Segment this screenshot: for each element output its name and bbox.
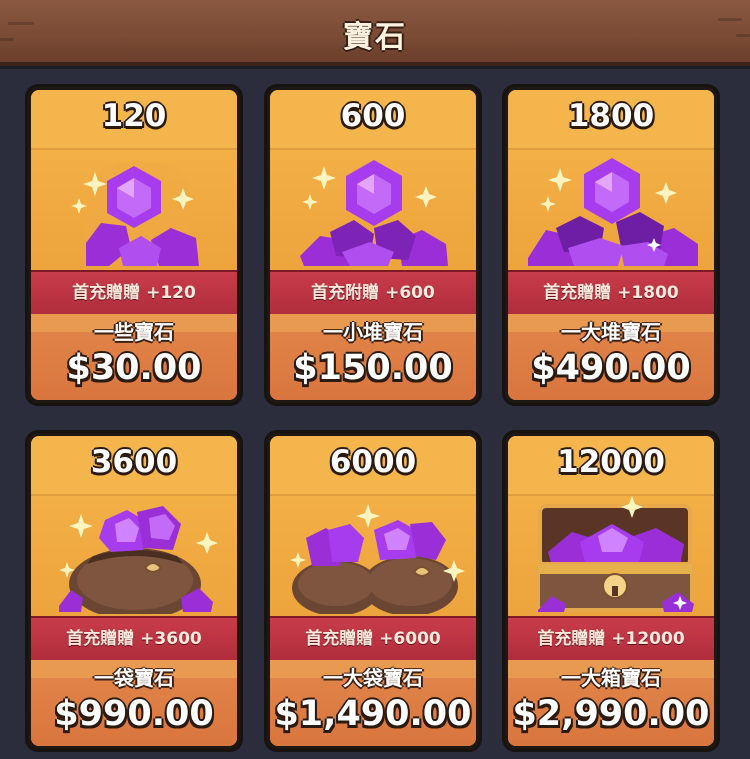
first-purchase-bonus: 首充贈贈 +12000 [508,616,714,662]
gem-amount: 3600 [90,444,178,480]
gem-pile-small-icon [31,148,237,268]
pack-name: 一大袋寶石 [323,666,423,690]
gem-pack-card[interactable]: 12000 首充贈贈 +12000 一大箱寶石 $2,990.00 [505,433,717,749]
gem-amount: 120 [101,98,167,134]
first-purchase-bonus: 首充贈贈 +120 [31,270,237,316]
pack-name: 一些寶石 [94,320,174,344]
gem-pack-card[interactable]: 6000 首充贈贈 +6000 一大袋寶石 $1,490.00 [267,433,479,749]
pack-name: 一大堆寶石 [561,320,661,344]
first-purchase-bonus: 首充贈贈 +6000 [270,616,476,662]
gem-pack-card[interactable]: 3600 首充贈贈 +3600 一袋寶石 $990.00 [28,433,240,749]
price-label: $2,990.00 [512,694,710,734]
gem-pack-card[interactable]: 120 首充贈贈 +120 一些寶石 $30.00 [28,87,240,403]
gem-bags-icon [270,494,476,614]
gem-amount: 12000 [557,444,665,480]
gem-pack-card[interactable]: 600 首充附贈 +600 一小堆寶石 $150.00 [267,87,479,403]
pack-name: 一袋寶石 [94,666,174,690]
price-label: $1,490.00 [274,694,472,734]
header-bar: 寶石 [0,0,750,66]
gem-amount: 1800 [567,98,655,134]
price-label: $990.00 [54,694,214,734]
gem-chest-icon [508,494,714,614]
page-title: 寶石 [343,20,407,55]
gem-pile-large-icon [508,148,714,268]
gem-amount: 600 [340,98,406,134]
first-purchase-bonus: 首充贈贈 +1800 [508,270,714,316]
gem-pack-card[interactable]: 1800 首充贈贈 +1800 一大堆寶石 $490.00 [505,87,717,403]
pack-name: 一小堆寶石 [323,320,423,344]
price-label: $490.00 [531,348,691,388]
first-purchase-bonus: 首充贈贈 +3600 [31,616,237,662]
gem-amount: 6000 [329,444,417,480]
first-purchase-bonus: 首充附贈 +600 [270,270,476,316]
gem-pile-medium-icon [270,148,476,268]
price-label: $30.00 [66,348,202,388]
price-label: $150.00 [293,348,453,388]
gem-bag-icon [31,494,237,614]
pack-name: 一大箱寶石 [561,666,661,690]
